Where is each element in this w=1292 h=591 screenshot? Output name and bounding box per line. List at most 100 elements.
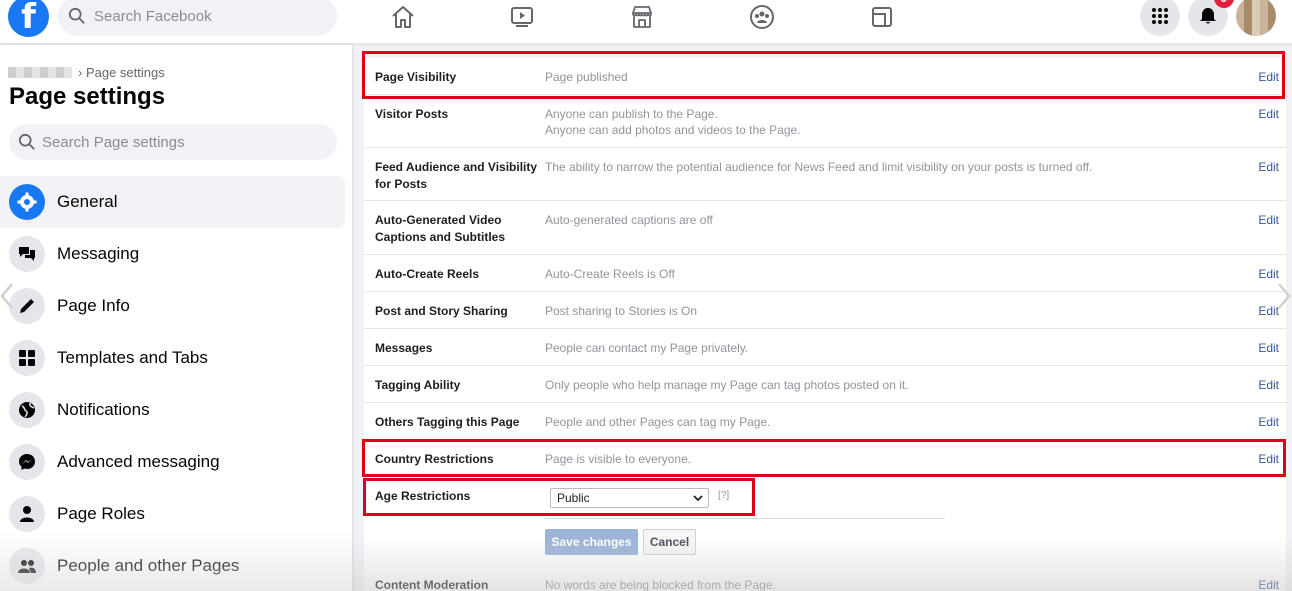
sidebar-item-notifications[interactable]: Notifications (0, 384, 345, 436)
sidebar-item-people-and-other-pages[interactable]: People and other Pages (0, 540, 345, 591)
setting-value: People can contact my Page privately. (545, 341, 749, 355)
facebook-search-input[interactable] (94, 7, 314, 25)
setting-label: Page Visibility (375, 70, 457, 84)
setting-label: Auto-Create Reels (375, 267, 480, 281)
sidebar-item-label: Messaging (57, 244, 140, 263)
setting-label: Country Restrictions (375, 452, 494, 466)
groups-icon[interactable] (747, 2, 777, 32)
profile-avatar[interactable] (1236, 0, 1276, 36)
chevron-down-icon (693, 495, 703, 502)
setting-row-messages[interactable]: Messages People can contact my Page priv… (364, 329, 1286, 366)
gaming-icon[interactable] (867, 2, 897, 32)
sidebar-item-label: Advanced messaging (57, 452, 220, 471)
setting-value: Post sharing to Stories is On (545, 304, 698, 318)
edit-link[interactable]: Edit (1258, 266, 1279, 283)
setting-row-tagging-ability[interactable]: Tagging Ability Only people who help man… (364, 366, 1286, 403)
setting-label: Messages (375, 341, 433, 355)
save-changes-button[interactable]: Save changes (545, 529, 638, 555)
settings-search-input[interactable] (42, 133, 322, 151)
sidebar-item-label: Templates and Tabs (57, 348, 208, 367)
facebook-logo[interactable]: f (8, 0, 49, 37)
person-icon (9, 496, 45, 532)
setting-row-page-visibility[interactable]: Page Visibility Page published Edit (364, 58, 1286, 95)
setting-value: No words are being blocked from the Page… (545, 578, 776, 591)
setting-value: Page published (545, 70, 628, 84)
sidebar-item-label: People and other Pages (57, 556, 240, 575)
sidebar-item-label: Notifications (57, 400, 150, 419)
setting-value: Anyone can publish to the Page. (545, 107, 718, 121)
divider (545, 518, 945, 519)
menu-grid-icon (1152, 8, 1168, 24)
age-select-value: Public (557, 491, 590, 505)
setting-row-country-restrictions[interactable]: Country Restrictions Page is visible to … (364, 440, 1286, 477)
sidebar-item-label: General (57, 192, 118, 211)
watch-video-icon[interactable] (507, 2, 537, 32)
setting-row-auto-create-reels[interactable]: Auto-Create Reels Auto-Create Reels is O… (364, 255, 1286, 292)
sidebar-item-label: Page Info (57, 296, 130, 315)
notifications-button[interactable]: 9 (1188, 0, 1234, 36)
settings-sidebar: › Page settings Page settings General Me… (0, 45, 352, 591)
sidebar-item-page-roles[interactable]: Page Roles (0, 488, 345, 540)
edit-link[interactable]: Edit (1258, 69, 1279, 86)
setting-label: Feed Audience and Visibility for Posts (375, 160, 538, 191)
cancel-button[interactable]: Cancel (643, 529, 696, 555)
edit-link[interactable]: Edit (1258, 106, 1279, 123)
setting-row-others-tagging[interactable]: Others Tagging this Page People and othe… (364, 403, 1286, 440)
setting-row-content-moderation[interactable]: Content Moderation No words are being bl… (364, 572, 1286, 591)
chat-bubbles-icon (9, 236, 45, 272)
globe-icon (9, 392, 45, 428)
facebook-search[interactable] (58, 0, 337, 36)
chevron-left-icon[interactable] (0, 282, 14, 310)
sidebar-item-templates-and-tabs[interactable]: Templates and Tabs (0, 332, 345, 384)
top-navigation-bar: f 9 (0, 0, 1292, 44)
settings-search[interactable] (9, 124, 337, 160)
edit-link[interactable]: Edit (1258, 212, 1279, 229)
breadcrumb-separator: › (78, 65, 86, 80)
breadcrumb-page-name[interactable] (8, 67, 72, 78)
grid-icon (9, 340, 45, 376)
search-icon (18, 133, 35, 150)
age-restrictions-select[interactable]: Public (550, 488, 709, 508)
edit-link[interactable]: Edit (1258, 414, 1279, 431)
setting-label: Age Restrictions (375, 489, 471, 503)
setting-row-post-story-sharing[interactable]: Post and Story Sharing Post sharing to S… (364, 292, 1286, 329)
help-link[interactable]: [?] (718, 490, 729, 501)
edit-link[interactable]: Edit (1258, 340, 1279, 357)
setting-label: Visitor Posts (375, 107, 449, 121)
marketplace-icon[interactable] (627, 2, 657, 32)
bell-icon (1200, 8, 1216, 24)
setting-label: Post and Story Sharing (375, 304, 508, 318)
setting-label: Tagging Ability (375, 378, 461, 392)
sidebar-item-label: Page Roles (57, 504, 145, 523)
settings-panel: Page Visibility Page published Edit Visi… (364, 58, 1286, 591)
setting-label: Content Moderation (375, 578, 489, 591)
chevron-right-icon[interactable] (1276, 282, 1292, 310)
setting-value: Auto-Create Reels is Off (545, 267, 675, 281)
home-icon[interactable] (388, 2, 418, 32)
setting-value-secondary: Anyone can add photos and videos to the … (545, 123, 801, 137)
sidebar-item-page-info[interactable]: Page Info (0, 280, 345, 332)
edit-link[interactable]: Edit (1258, 377, 1279, 394)
sidebar-item-general[interactable]: General (0, 176, 345, 228)
breadcrumb: › Page settings (8, 65, 165, 80)
setting-value: Only people who help manage my Page can … (545, 378, 909, 392)
sidebar-item-advanced-messaging[interactable]: Advanced messaging (0, 436, 345, 488)
edit-link[interactable]: Edit (1258, 159, 1279, 176)
setting-row-feed-audience[interactable]: Feed Audience and Visibility for Posts T… (364, 148, 1286, 201)
setting-label: Auto-Generated Video Captions and Subtit… (375, 213, 506, 244)
edit-link[interactable]: Edit (1258, 451, 1279, 468)
search-icon (68, 7, 85, 24)
menu-grid-button[interactable] (1140, 0, 1180, 36)
messenger-icon (9, 444, 45, 480)
setting-row-auto-captions[interactable]: Auto-Generated Video Captions and Subtit… (364, 201, 1286, 255)
page-title: Page settings (9, 83, 166, 110)
setting-value: People and other Pages can tag my Page. (545, 415, 771, 429)
gear-icon (9, 184, 45, 220)
setting-value: The ability to narrow the potential audi… (545, 160, 1093, 174)
setting-row-visitor-posts[interactable]: Visitor Posts Anyone can publish to the … (364, 95, 1286, 148)
setting-value: Auto-generated captions are off (545, 213, 713, 227)
breadcrumb-current: Page settings (85, 65, 165, 80)
pencil-icon (9, 288, 45, 324)
edit-link[interactable]: Edit (1258, 577, 1279, 591)
sidebar-item-messaging[interactable]: Messaging (0, 228, 345, 280)
